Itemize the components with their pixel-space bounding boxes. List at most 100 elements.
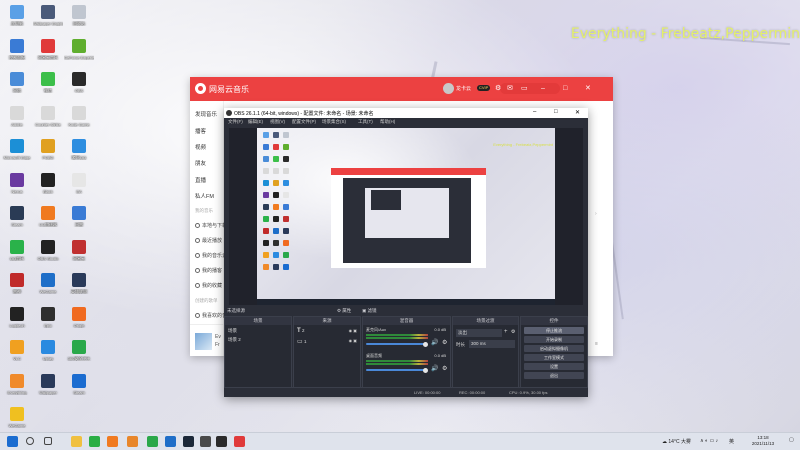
desktop-icon[interactable]: 微信 (33, 72, 63, 93)
app-blue-icon[interactable] (165, 436, 176, 447)
uu-icon[interactable] (107, 436, 118, 447)
minimize-icon[interactable]: – (541, 84, 545, 93)
avatar[interactable] (443, 83, 454, 94)
desktop-icon[interactable]: PUBG (33, 139, 63, 160)
notification-icon[interactable]: ▢ (789, 437, 794, 443)
desktop-icon[interactable]: Nexus (2, 172, 32, 194)
visibility-eye-icon[interactable]: ◉ ▣ (349, 338, 357, 343)
app-green-icon[interactable] (147, 436, 158, 447)
desktop-icon[interactable]: Microsoft Edge (2, 139, 32, 160)
file-explorer-icon[interactable] (71, 436, 82, 447)
playlist-icon[interactable]: ≡ (595, 341, 598, 347)
maximize-icon[interactable]: □ (563, 84, 567, 93)
menu-file[interactable]: 文件(F) (228, 119, 243, 125)
app-orange-icon[interactable] (127, 436, 138, 447)
speaker-icon[interactable]: 🔊 (431, 365, 438, 372)
desktop-icon[interactable]: GeForce Experience (64, 38, 94, 60)
desktop-icon[interactable]: Origin (64, 306, 94, 328)
desktop-icon[interactable]: QQ音乐 (2, 239, 32, 261)
transition-select[interactable]: 淡出 (456, 329, 502, 337)
sidebar-item-video[interactable]: 视频 (195, 143, 206, 151)
obs-icon[interactable] (216, 436, 227, 447)
settings-button[interactable]: 设置 (524, 363, 584, 370)
clock[interactable]: 13:18 2021/11/13 (741, 435, 785, 447)
desktop-icon[interactable]: 网易云 (64, 239, 94, 261)
desktop-icon[interactable]: Logitech (2, 306, 32, 328)
desktop-icon[interactable]: Epic (33, 306, 63, 328)
ime-indicator[interactable]: 英 (729, 438, 734, 445)
desktop-icon[interactable]: Steam (2, 206, 32, 227)
visibility-eye-icon[interactable]: ◉ ▣ (349, 328, 357, 333)
desktop-icon[interactable]: 网易云音乐 (33, 38, 63, 60)
start-icon[interactable] (7, 436, 18, 447)
track-artist[interactable]: Fr (215, 342, 220, 348)
steam-icon[interactable] (183, 436, 194, 447)
close-icon[interactable]: ✕ (575, 109, 580, 116)
mail-icon[interactable]: ✉ (507, 84, 513, 93)
menu-help[interactable]: 帮助(H) (380, 119, 395, 125)
menu-view[interactable]: 视图(V) (270, 119, 285, 125)
speaker-icon[interactable]: 🔊 (431, 339, 438, 346)
desktop-icon[interactable]: 360安全卫士 (64, 340, 94, 361)
mini-player-icon[interactable]: ▭ (521, 84, 528, 93)
obs-window[interactable]: OBS 26.1.1 (64-bit, windows) - 配置文件: 未命名… (224, 108, 588, 397)
desktop-icon[interactable]: Adobe (2, 105, 32, 127)
vip-badge[interactable]: CVIP (477, 85, 491, 91)
netease-icon[interactable] (234, 436, 245, 447)
desktop-icon[interactable]: 迅雷 (64, 206, 94, 227)
desktop-icon[interactable]: Steam (64, 373, 94, 395)
desktop-icon[interactable]: Counter-Strike (33, 105, 63, 127)
volume-slider[interactable] (366, 343, 426, 345)
studio-mode-button[interactable]: 工作室模式 (524, 354, 584, 361)
stop-streaming-button[interactable]: 停止推流 (524, 327, 584, 334)
duration-input[interactable]: 300 ms (469, 340, 515, 348)
desktop-icon[interactable]: 此电脑 (2, 5, 32, 26)
minimize-icon[interactable]: – (533, 109, 536, 115)
desktop-icon[interactable]: 雷神 (2, 273, 32, 294)
desktop-icon[interactable]: 英雄联盟 (64, 273, 94, 294)
exit-button[interactable]: 退出 (524, 372, 584, 379)
volume-slider[interactable] (366, 369, 426, 371)
desktop-icon[interactable]: Wallpaper Engine (33, 5, 63, 26)
start-recording-button[interactable]: 开始录制 (524, 336, 584, 343)
tray-icons[interactable]: ∧ ◐ ▭ ♪ (700, 438, 718, 444)
sidebar-item-my-podcast[interactable]: 我的播客 (195, 267, 222, 274)
desktop-icon[interactable]: 网络 (2, 72, 32, 93)
filters-button[interactable]: ▣ 滤镜 (362, 308, 377, 314)
chevron-right-icon[interactable]: › (595, 211, 597, 217)
sidebar-item-podcast[interactable]: 播客 (195, 127, 206, 135)
desktop-icon[interactable]: Black (33, 172, 63, 194)
sidebar-item-friends[interactable]: 朋友 (195, 159, 206, 167)
obs-preview[interactable]: Everything - Frebeatz,Peppermint (229, 128, 583, 305)
virtual-camera-button[interactable]: 启动虚拟摄像机 (524, 345, 584, 352)
source-item[interactable]: T 2 (297, 328, 304, 334)
wechat-icon[interactable] (89, 436, 100, 447)
gear-icon[interactable]: ⚙ (442, 339, 447, 346)
desktop-icon[interactable]: WeGame (2, 407, 32, 428)
desktop-icon[interactable]: WeGame (33, 273, 63, 294)
menu-tools[interactable]: 工具(T) (358, 119, 373, 125)
track-title[interactable]: Ev (215, 334, 221, 340)
close-icon[interactable]: ✕ (585, 84, 591, 93)
gear-icon[interactable]: ⚙ (442, 365, 447, 372)
task-view-icon[interactable] (44, 437, 52, 445)
scene-item[interactable]: 场景 2 (228, 337, 241, 343)
gear-icon[interactable]: ⚙ (511, 329, 515, 335)
sidebar-item-recent[interactable]: 最近播放 (195, 237, 222, 244)
desktop-icon[interactable]: UU加速器 (33, 206, 63, 227)
album-cover[interactable] (195, 333, 212, 350)
source-item[interactable]: ▭ 1 (297, 338, 306, 345)
menu-edit[interactable]: 编辑(E) (248, 119, 263, 125)
volume-slider-handle[interactable] (423, 341, 428, 347)
sidebar-item-fm[interactable]: 私人FM (195, 192, 214, 200)
desktop-icon[interactable]: OBS (64, 72, 94, 93)
maximize-icon[interactable]: □ (554, 109, 558, 115)
desktop-icon[interactable]: 控制面板 (2, 38, 32, 60)
desktop-icon[interactable]: Kode Game (64, 105, 94, 127)
desktop-icon[interactable]: EA (64, 172, 94, 194)
sidebar-item-discover[interactable]: 发现音乐 (195, 110, 217, 118)
sidebar-item-live[interactable]: 直播 (195, 176, 206, 184)
scene-item[interactable]: 场景 (228, 328, 237, 334)
volume-slider-handle[interactable] (423, 367, 428, 373)
sidebar-item-collection[interactable]: 我的收藏 (195, 282, 222, 289)
